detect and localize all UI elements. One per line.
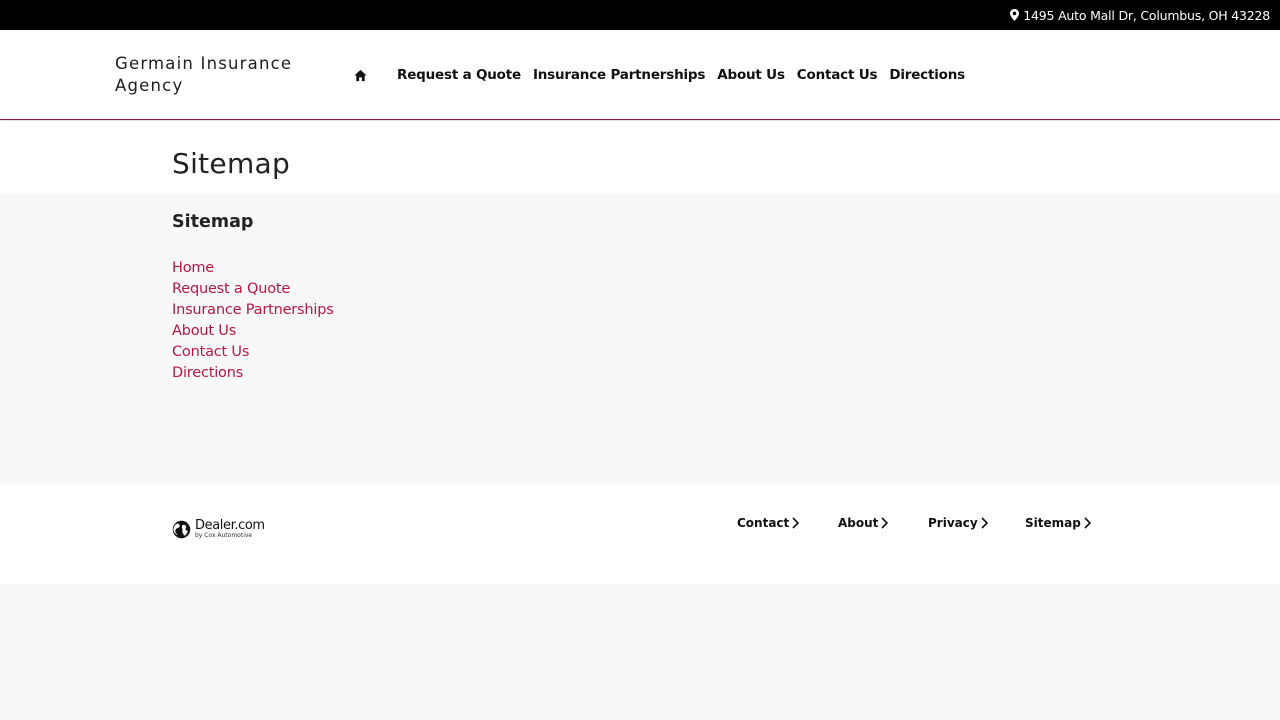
footer-link-contact[interactable]: Contact [737, 516, 800, 530]
sitemap-link-about-us[interactable]: About Us [172, 321, 334, 342]
footer-link-privacy-label: Privacy [928, 516, 978, 530]
footer-link-about-label: About [838, 516, 879, 530]
site-footer: Dealer.com by Cox Automotive Contact Abo… [0, 484, 1280, 584]
dealer-logo-tagline: by Cox Automotive [195, 532, 253, 539]
sitemap-links: Home Request a Quote Insurance Partnersh… [172, 258, 334, 384]
sitemap-link-contact-us[interactable]: Contact Us [172, 342, 334, 363]
nav-request-quote[interactable]: Request a Quote [397, 67, 521, 83]
footer-link-privacy[interactable]: Privacy [928, 516, 988, 530]
site-header: Germain Insurance Agency Request a Quote… [0, 30, 1280, 120]
sitemap-link-home[interactable]: Home [172, 258, 334, 279]
sitemap-content: Sitemap Home Request a Quote Insurance P… [0, 194, 1280, 484]
dealer-logo[interactable]: Dealer.com by Cox Automotive [172, 519, 265, 539]
chevron-right-icon [792, 517, 800, 529]
chevron-right-icon [881, 517, 889, 529]
site-brand[interactable]: Germain Insurance Agency [115, 53, 325, 97]
top-bar: 1495 Auto Mall Dr, Columbus, OH 43228 [0, 0, 1280, 30]
page-bottom-area [0, 584, 1280, 720]
map-pin-icon [1010, 9, 1020, 21]
page-title-bar: Sitemap [0, 121, 1280, 194]
sitemap-heading: Sitemap [172, 212, 254, 232]
main-nav: Request a Quote Insurance Partnerships A… [354, 65, 977, 85]
chevron-right-icon [981, 517, 988, 529]
footer-link-contact-label: Contact [737, 516, 790, 530]
sitemap-link-insurance-partnerships[interactable]: Insurance Partnerships [172, 300, 334, 321]
footer-link-sitemap[interactable]: Sitemap [1025, 516, 1091, 530]
page-title: Sitemap [172, 147, 291, 180]
nav-insurance-partnerships[interactable]: Insurance Partnerships [533, 67, 705, 83]
chevron-right-icon [1084, 517, 1091, 529]
footer-link-sitemap-label: Sitemap [1025, 516, 1081, 530]
footer-link-about[interactable]: About [838, 516, 889, 530]
address-text: 1495 Auto Mall Dr, Columbus, OH 43228 [1023, 7, 1270, 23]
address-link[interactable]: 1495 Auto Mall Dr, Columbus, OH 43228 [1010, 0, 1270, 30]
nav-about-us[interactable]: About Us [717, 67, 785, 83]
sitemap-link-request-quote[interactable]: Request a Quote [172, 279, 334, 300]
sitemap-link-directions[interactable]: Directions [172, 363, 334, 384]
nav-contact-us[interactable]: Contact Us [797, 67, 878, 83]
globe-icon [172, 520, 191, 538]
nav-directions[interactable]: Directions [889, 67, 965, 83]
dealer-logo-name: Dealer.com [195, 518, 265, 533]
home-icon[interactable] [354, 68, 368, 82]
